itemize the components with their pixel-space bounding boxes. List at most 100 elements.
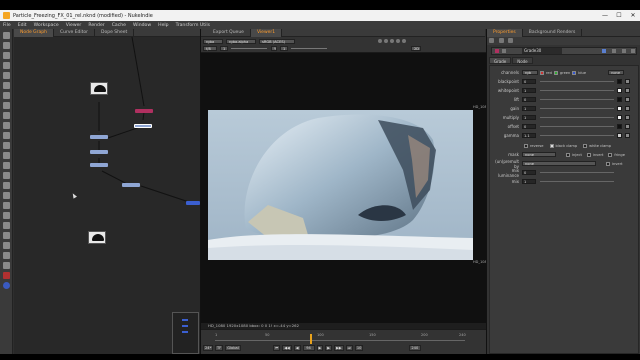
lift-slider[interactable]	[540, 99, 614, 100]
y-toggle[interactable]: Y	[271, 45, 277, 51]
viewer-canvas[interactable]: HD_1080 HD_1080	[201, 53, 489, 323]
node-name-field[interactable]: Grade30	[522, 48, 562, 54]
filter-icon[interactable]	[3, 82, 10, 89]
gizmo-icon[interactable]	[3, 222, 10, 229]
invert-checkbox[interactable]	[586, 152, 591, 157]
blur-node-2[interactable]	[90, 150, 108, 154]
cara-icon[interactable]	[3, 202, 10, 209]
nukex-icon[interactable]	[3, 212, 10, 219]
clear-icon[interactable]	[508, 38, 514, 43]
merge-node[interactable]	[122, 183, 140, 187]
views-icon[interactable]	[3, 132, 10, 139]
plugin-icon[interactable]	[3, 232, 10, 239]
navigator-minimap[interactable]	[172, 312, 199, 354]
view-node-icon[interactable]	[602, 49, 606, 53]
blur-node-3[interactable]	[90, 163, 108, 167]
time-icon[interactable]	[3, 52, 10, 59]
color-picker-icon[interactable]	[625, 88, 630, 93]
menu-transform-utils[interactable]: Transform Utils	[176, 23, 210, 28]
roi-icon[interactable]	[378, 39, 382, 43]
particles-icon[interactable]	[3, 152, 10, 159]
read-node-2[interactable]	[88, 231, 106, 244]
blue-checkbox[interactable]	[572, 70, 577, 75]
current-frame-field[interactable]: 94	[302, 345, 315, 351]
lift-field[interactable]: 0	[522, 97, 536, 102]
3d-icon[interactable]	[3, 122, 10, 129]
menu-cache[interactable]: Cache	[112, 23, 126, 28]
color-swatch[interactable]	[617, 106, 622, 111]
lock-icon[interactable]	[402, 39, 406, 43]
pause-icon[interactable]	[390, 39, 394, 43]
color-swatch[interactable]	[617, 133, 622, 138]
offset-field[interactable]: 0	[522, 124, 536, 129]
script-icon[interactable]	[3, 242, 10, 249]
close-button[interactable]: ✕	[626, 10, 640, 21]
menu-file[interactable]: File	[3, 23, 11, 28]
other-icon[interactable]	[3, 182, 10, 189]
selected-node[interactable]	[134, 124, 152, 128]
close-panel-icon[interactable]	[631, 49, 635, 53]
multiply-field[interactable]: 1	[522, 115, 536, 120]
menu-help[interactable]: Help	[158, 23, 168, 28]
lock-icon[interactable]	[489, 38, 494, 43]
color-swatch[interactable]	[617, 115, 622, 120]
color-picker-icon[interactable]	[625, 79, 630, 84]
range-select[interactable]: Global	[225, 345, 241, 351]
color-picker-icon[interactable]	[625, 106, 630, 111]
tf-select[interactable]: TF	[215, 345, 223, 351]
whitepoint-slider[interactable]	[540, 90, 614, 91]
multiply-slider[interactable]	[540, 117, 614, 118]
play-button[interactable]: ▶	[316, 345, 324, 351]
color-icon[interactable]	[3, 72, 10, 79]
last-frame-button[interactable]: ⏭	[345, 345, 353, 351]
menu-window[interactable]: Window	[133, 23, 151, 28]
green-checkbox[interactable]	[553, 70, 558, 75]
draw-icon[interactable]	[3, 42, 10, 49]
black-clamp-checkbox[interactable]	[549, 143, 554, 148]
playhead[interactable]	[310, 334, 312, 344]
channel-icon[interactable]	[3, 62, 10, 69]
color-swatch[interactable]	[617, 124, 622, 129]
color-picker-icon[interactable]	[625, 97, 630, 102]
color-swatch[interactable]	[617, 97, 622, 102]
gain-value[interactable]: 1	[220, 45, 228, 51]
unpremult-select[interactable]: none	[522, 161, 596, 166]
step-field[interactable]: 10	[354, 345, 363, 351]
tab-dope-sheet[interactable]: Dope Sheet	[95, 29, 135, 37]
node-graph-canvas[interactable]	[14, 37, 200, 354]
tab-node[interactable]: Node	[512, 57, 533, 64]
tab-curve-editor[interactable]: Curve Editor	[54, 29, 96, 37]
misc-icon[interactable]	[3, 262, 10, 269]
record-icon[interactable]	[3, 272, 10, 279]
blackpoint-field[interactable]: 0	[522, 79, 536, 84]
settings-icon[interactable]	[3, 282, 10, 289]
color-picker-icon[interactable]	[625, 133, 630, 138]
gamma-slider[interactable]	[291, 47, 327, 49]
refresh-icon[interactable]	[396, 39, 400, 43]
toolsets-icon[interactable]	[3, 172, 10, 179]
node-color-swatch[interactable]	[495, 49, 499, 53]
color-swatch[interactable]	[617, 79, 622, 84]
gain-field[interactable]: 1	[522, 106, 536, 111]
alpha-channel-select[interactable]: none	[608, 70, 625, 75]
maximize-button[interactable]: ☐	[612, 10, 626, 21]
menu-render[interactable]: Render	[88, 23, 104, 28]
invert-mask-checkbox[interactable]	[606, 161, 610, 166]
furnace-icon[interactable]	[3, 192, 10, 199]
mix-luminance-field[interactable]: 0	[522, 170, 536, 175]
menu-viewer[interactable]: Viewer	[66, 23, 82, 28]
mix-slider[interactable]	[540, 181, 614, 182]
transform-icon[interactable]	[3, 112, 10, 119]
reverse-checkbox[interactable]	[524, 143, 528, 148]
channel-select[interactable]: rgba	[203, 38, 223, 44]
channels-select[interactable]: rgb	[522, 70, 538, 75]
view-mode-select[interactable]: 2D	[411, 45, 421, 51]
mix-luminance-slider[interactable]	[540, 172, 614, 173]
tab-background-renders[interactable]: Background Renders	[523, 29, 583, 37]
offset-slider[interactable]	[540, 126, 614, 127]
merge-icon[interactable]	[3, 102, 10, 109]
fringe-checkbox[interactable]	[608, 152, 613, 157]
tab-grade[interactable]: Grade	[489, 57, 512, 64]
first-frame-button[interactable]: ⏮	[273, 345, 281, 351]
colorspace-select[interactable]: sRGB (ACES)	[259, 38, 295, 44]
